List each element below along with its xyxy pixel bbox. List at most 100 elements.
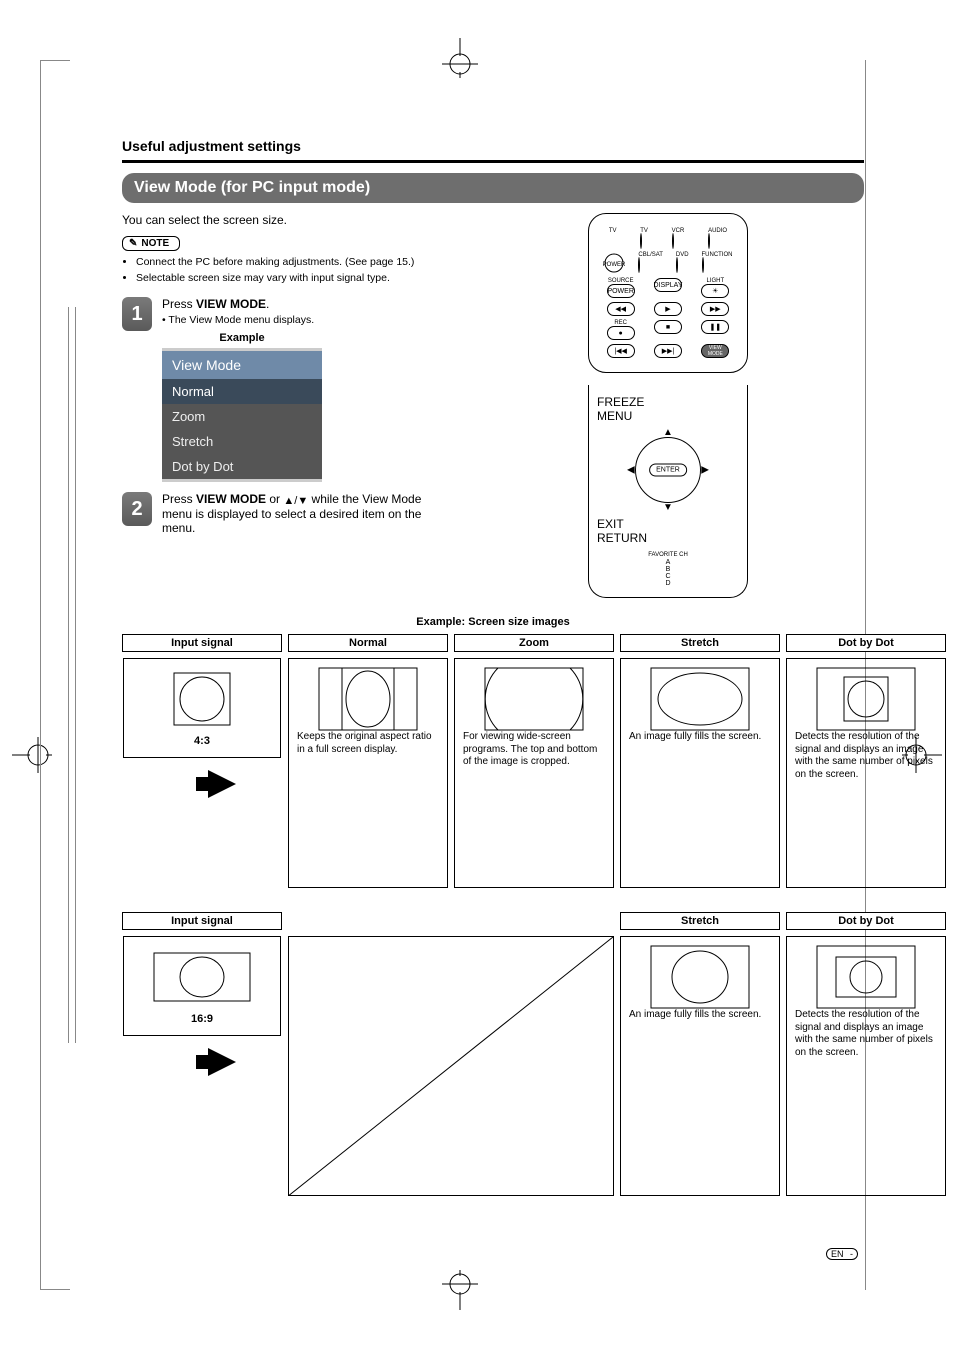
stop-icon: ■ xyxy=(654,320,682,334)
mode-cell-stretch: An image fully fills the screen. xyxy=(620,658,780,888)
mode-desc: Detects the resolution of the signal and… xyxy=(795,731,937,781)
mode-cell-dot: Detects the resolution of the signal and… xyxy=(786,658,946,888)
input-signal-cell: 4:3 xyxy=(122,658,282,888)
remote-illustration-area: TV TV VCR AUDIO POWER CBL/SAT DVD FUNCTI… xyxy=(472,213,864,598)
note-label: NOTE xyxy=(141,238,169,249)
menu-item: Dot by Dot xyxy=(162,454,322,479)
step-text: Press xyxy=(162,297,196,311)
fast-forward-icon: ▶▶ xyxy=(701,302,729,316)
col-header: Dot by Dot xyxy=(786,634,946,652)
mode-desc: An image fully fills the screen. xyxy=(629,1009,761,1022)
step-bold: VIEW MODE xyxy=(196,297,266,311)
screens-grid-169: Input signal Stretch Dot by Dot 16:9 xyxy=(122,912,864,1196)
remote-label: DVD xyxy=(676,252,689,258)
indicator-icon xyxy=(638,257,640,273)
left-arrow-icon: ◀ xyxy=(627,465,635,476)
stretch-mode-icon xyxy=(650,667,750,731)
power-button-icon: POWER xyxy=(607,284,635,298)
right-arrow-icon: ▶ xyxy=(701,465,709,476)
remote-label: CBL/SAT xyxy=(638,252,663,258)
menu-item: Stretch xyxy=(162,429,322,454)
record-icon: ● xyxy=(607,326,635,340)
step-sub: The View Mode menu displays. xyxy=(162,314,322,326)
mode-desc: For viewing wide-screen programs. The to… xyxy=(463,731,605,769)
mode-cell-zoom: For viewing wide-screen programs. The to… xyxy=(454,658,614,888)
arrow-right-icon xyxy=(208,1048,236,1076)
col-header: Stretch xyxy=(620,634,780,652)
stretch-mode-icon xyxy=(650,945,750,1009)
remote-label: EXIT xyxy=(597,517,624,531)
zoom-mode-icon xyxy=(484,667,584,731)
view-mode-button-icon: VIEW MODE xyxy=(701,344,729,358)
col-header: Zoom xyxy=(454,634,614,652)
dotbydot-mode-icon xyxy=(816,667,916,731)
intro-text: You can select the screen size. xyxy=(122,213,452,227)
up-down-arrows-icon: ▲/▼ xyxy=(283,495,308,507)
page-language-badge: EN xyxy=(826,1248,858,1260)
col-header: Normal xyxy=(288,634,448,652)
indicator-icon xyxy=(672,233,674,249)
screens-example-title: Example: Screen size images xyxy=(122,616,864,628)
menu-item: Normal xyxy=(162,379,322,404)
remote-top: TV TV VCR AUDIO POWER CBL/SAT DVD FUNCTI… xyxy=(588,213,748,373)
remote-label: MENU xyxy=(597,409,632,423)
mode-cell-stretch: An image fully fills the screen. xyxy=(620,936,780,1196)
menu-title: View Mode xyxy=(162,351,322,379)
col-header: Input signal xyxy=(122,634,282,652)
pencil-icon: ✎ xyxy=(129,238,137,249)
step-text: or xyxy=(266,492,283,506)
remote-label: SOURCE xyxy=(607,278,635,284)
fav-a-icon: A xyxy=(597,559,739,566)
step-1: 1 Press VIEW MODE. The View Mode menu di… xyxy=(122,297,452,482)
dpad-icon: ENTER ▲ ▼ ◀ ▶ xyxy=(623,425,713,515)
step-bold: VIEW MODE xyxy=(196,492,266,506)
svg-text:POWER: POWER xyxy=(603,262,625,268)
light-button-icon: ☀ xyxy=(701,284,729,298)
aspect-169-icon xyxy=(152,947,252,1007)
play-icon: ▶ xyxy=(654,302,682,316)
mode-desc: Keeps the original aspect ratio in a ful… xyxy=(297,731,439,756)
mode-cell-dot: Detects the resolution of the signal and… xyxy=(786,936,946,1196)
rewind-icon: ◀◀ xyxy=(607,302,635,316)
remote-label: AUDIO xyxy=(708,228,727,234)
divider xyxy=(122,160,864,163)
note-item: Connect the PC before making adjustments… xyxy=(136,255,442,269)
remote-label: TV xyxy=(609,228,617,234)
remote-label: FUNCTION xyxy=(702,252,733,258)
note-item: Selectable screen size may vary with inp… xyxy=(136,271,442,285)
col-header-blank xyxy=(288,912,614,930)
indicator-icon xyxy=(640,233,642,249)
indicator-icon xyxy=(676,257,678,273)
fav-b-icon: B xyxy=(597,566,739,573)
screens-grid-43: Input signal Normal Zoom Stretch Dot by … xyxy=(122,634,864,888)
section-title: Useful adjustment settings xyxy=(122,138,864,154)
note-list: Connect the PC before making adjustments… xyxy=(122,255,442,285)
aspect-label: 16:9 xyxy=(191,1013,213,1025)
normal-mode-icon xyxy=(318,667,418,731)
display-button-icon: DISPLAY xyxy=(654,278,682,292)
example-label: Example xyxy=(162,332,322,344)
remote-label: RETURN xyxy=(597,531,647,545)
input-signal-cell: 16:9 xyxy=(122,936,282,1196)
aspect-label: 4:3 xyxy=(194,735,210,747)
dotbydot-mode-icon xyxy=(816,945,916,1009)
indicator-icon xyxy=(708,233,710,249)
mode-desc: An image fully fills the screen. xyxy=(629,731,761,744)
pause-icon: ❚❚ xyxy=(701,320,729,334)
remote-label: VCR xyxy=(672,228,685,234)
step-number: 1 xyxy=(122,297,152,331)
fav-d-icon: D xyxy=(597,580,739,587)
next-track-icon: ▶▶| xyxy=(654,344,682,358)
fav-c-icon: C xyxy=(597,573,739,580)
remote-dpad: FREEZE MENU ENTER ▲ ▼ ◀ ▶ EXIT RETURN xyxy=(588,385,748,598)
note-badge: ✎ NOTE xyxy=(122,236,180,251)
remote-label: FAVORITE CH xyxy=(648,552,688,558)
mode-cell-normal: Keeps the original aspect ratio in a ful… xyxy=(288,658,448,888)
crop-mark-top xyxy=(405,38,515,78)
diagonal-cell-icon xyxy=(288,936,614,1196)
step-2: 2 Press VIEW MODE or ▲/▼ while the View … xyxy=(122,492,452,538)
remote-label: REC xyxy=(607,320,635,326)
mode-desc: Detects the resolution of the signal and… xyxy=(795,1009,937,1059)
col-header: Dot by Dot xyxy=(786,912,946,930)
step-text: . xyxy=(266,297,269,311)
